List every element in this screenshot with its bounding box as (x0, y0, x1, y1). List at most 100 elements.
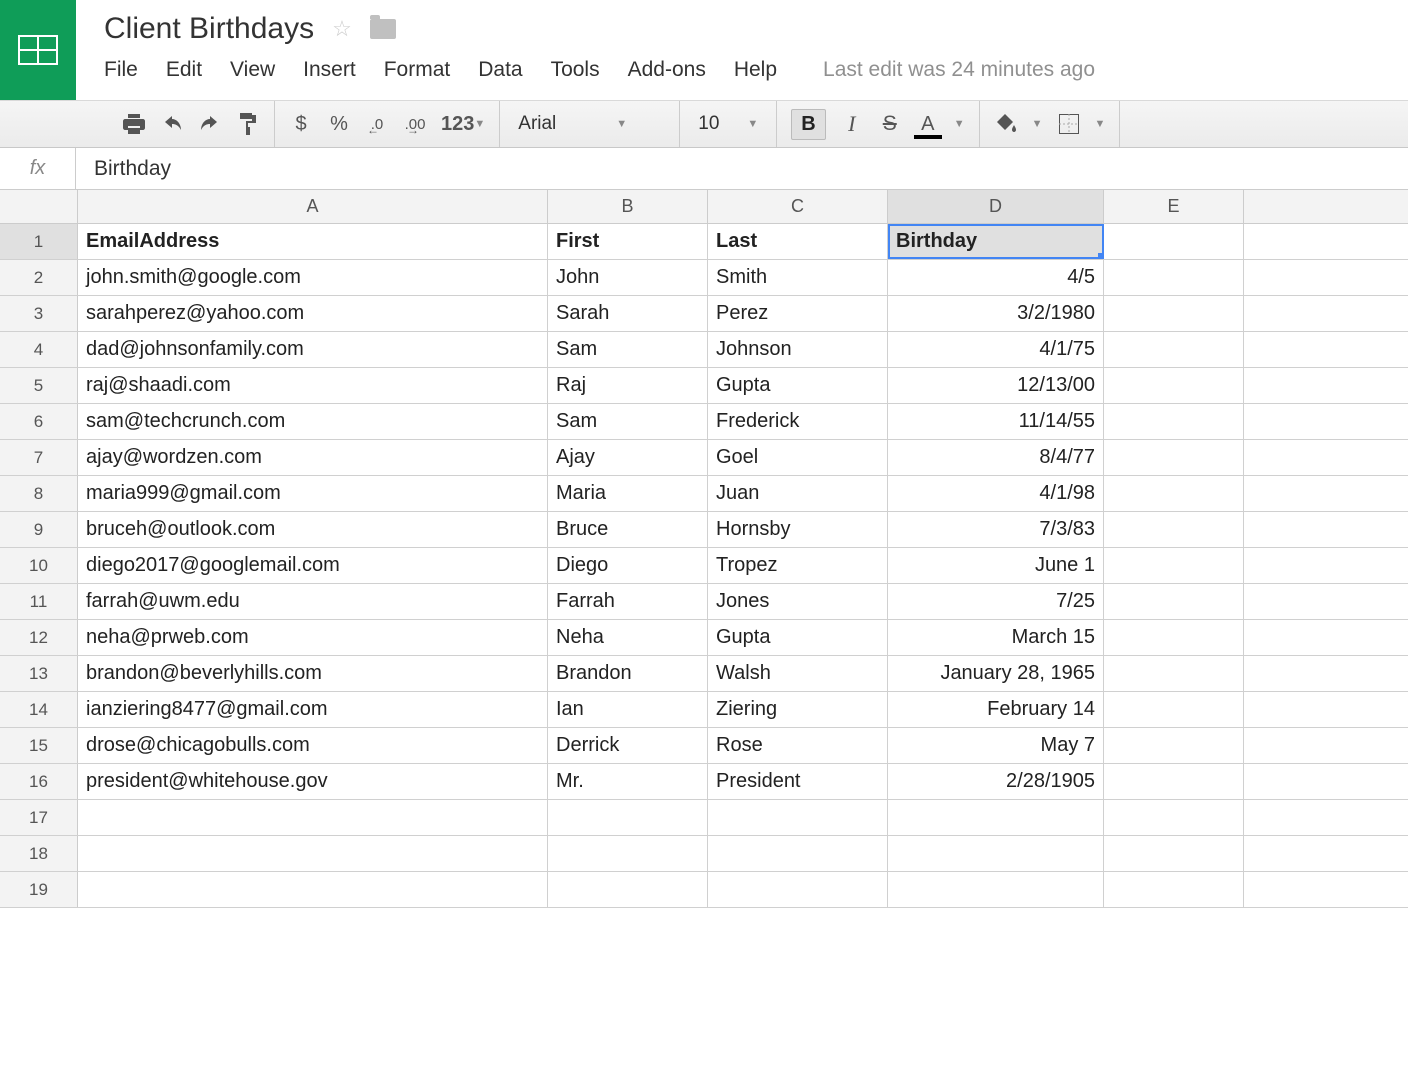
cell[interactable] (708, 836, 888, 871)
cell[interactable] (1104, 476, 1244, 511)
cell[interactable]: Gupta (708, 368, 888, 403)
cell[interactable]: drose@chicagobulls.com (78, 728, 548, 763)
cell[interactable]: 8/4/77 (888, 440, 1104, 475)
menu-data[interactable]: Data (478, 58, 522, 82)
cell[interactable]: diego2017@googlemail.com (78, 548, 548, 583)
row-header[interactable]: 13 (0, 656, 78, 691)
caret-down-icon[interactable]: ▼ (1032, 118, 1043, 130)
cell[interactable]: Sam (548, 404, 708, 439)
cell[interactable] (1104, 620, 1244, 655)
row-header[interactable]: 5 (0, 368, 78, 403)
increase-decimal-button[interactable]: .00→ (403, 116, 427, 133)
menu-edit[interactable]: Edit (166, 58, 202, 82)
borders-button[interactable] (1057, 114, 1081, 134)
cell[interactable]: Ajay (548, 440, 708, 475)
row-header[interactable]: 3 (0, 296, 78, 331)
document-title[interactable]: Client Birthdays (104, 12, 314, 46)
column-header-C[interactable]: C (708, 190, 888, 223)
row-header[interactable]: 17 (0, 800, 78, 835)
cell[interactable] (1104, 440, 1244, 475)
cell[interactable]: March 15 (888, 620, 1104, 655)
cell[interactable]: Ian (548, 692, 708, 727)
menu-tools[interactable]: Tools (551, 58, 600, 82)
cell[interactable] (548, 800, 708, 835)
cell[interactable]: Frederick (708, 404, 888, 439)
cell[interactable]: dad@johnsonfamily.com (78, 332, 548, 367)
cell[interactable]: Rose (708, 728, 888, 763)
cell[interactable]: June 1 (888, 548, 1104, 583)
cell[interactable]: Jones (708, 584, 888, 619)
cell[interactable] (548, 836, 708, 871)
print-icon[interactable] (122, 114, 146, 134)
cell[interactable]: Johnson (708, 332, 888, 367)
cell[interactable]: president@whitehouse.gov (78, 764, 548, 799)
row-header[interactable]: 6 (0, 404, 78, 439)
cell[interactable]: Bruce (548, 512, 708, 547)
cell[interactable]: 7/25 (888, 584, 1104, 619)
cell[interactable]: Juan (708, 476, 888, 511)
cell[interactable] (888, 836, 1104, 871)
cell[interactable] (888, 872, 1104, 907)
cell[interactable]: Sam (548, 332, 708, 367)
folder-icon[interactable] (370, 19, 396, 39)
cell[interactable]: John (548, 260, 708, 295)
cell[interactable] (708, 872, 888, 907)
column-header-D[interactable]: D (888, 190, 1104, 223)
cell[interactable]: Perez (708, 296, 888, 331)
cell[interactable]: Hornsby (708, 512, 888, 547)
row-header[interactable]: 19 (0, 872, 78, 907)
cell[interactable] (1104, 728, 1244, 763)
paint-format-icon[interactable] (236, 113, 260, 135)
text-color-button[interactable]: A (916, 113, 940, 136)
cell[interactable]: Walsh (708, 656, 888, 691)
cell[interactable]: First (548, 224, 708, 259)
cell[interactable]: President (708, 764, 888, 799)
row-header[interactable]: 14 (0, 692, 78, 727)
redo-icon[interactable] (198, 116, 222, 132)
cell[interactable]: john.smith@google.com (78, 260, 548, 295)
row-header[interactable]: 15 (0, 728, 78, 763)
cell[interactable] (78, 800, 548, 835)
cell[interactable]: Maria (548, 476, 708, 511)
cell[interactable] (1104, 800, 1244, 835)
cell[interactable] (1104, 224, 1244, 259)
formula-input[interactable] (76, 157, 1408, 181)
decrease-decimal-button[interactable]: .0← (365, 116, 389, 133)
caret-down-icon[interactable]: ▼ (1095, 118, 1106, 130)
cell[interactable] (1104, 656, 1244, 691)
row-header[interactable]: 9 (0, 512, 78, 547)
cell[interactable]: Last (708, 224, 888, 259)
cell[interactable]: 7/3/83 (888, 512, 1104, 547)
cell[interactable]: 4/1/75 (888, 332, 1104, 367)
cell[interactable]: Gupta (708, 620, 888, 655)
select-all-corner[interactable] (0, 190, 78, 223)
percent-button[interactable]: % (327, 113, 351, 136)
cell[interactable]: Brandon (548, 656, 708, 691)
cell[interactable]: Smith (708, 260, 888, 295)
row-header[interactable]: 16 (0, 764, 78, 799)
cell[interactable] (1104, 260, 1244, 295)
row-header[interactable]: 8 (0, 476, 78, 511)
undo-icon[interactable] (160, 116, 184, 132)
cell[interactable]: Tropez (708, 548, 888, 583)
cell[interactable]: ajay@wordzen.com (78, 440, 548, 475)
cell[interactable] (1104, 692, 1244, 727)
cell[interactable]: 11/14/55 (888, 404, 1104, 439)
cell[interactable]: bruceh@outlook.com (78, 512, 548, 547)
cell[interactable]: Diego (548, 548, 708, 583)
menu-help[interactable]: Help (734, 58, 777, 82)
cell[interactable]: Sarah (548, 296, 708, 331)
cell[interactable]: brandon@beverlyhills.com (78, 656, 548, 691)
selected-cell[interactable]: Birthday (888, 224, 1104, 259)
menu-addons[interactable]: Add-ons (628, 58, 706, 82)
cell[interactable]: raj@shaadi.com (78, 368, 548, 403)
row-header[interactable]: 12 (0, 620, 78, 655)
column-header-A[interactable]: A (78, 190, 548, 223)
fill-color-button[interactable] (994, 114, 1018, 134)
cell[interactable]: maria999@gmail.com (78, 476, 548, 511)
menu-view[interactable]: View (230, 58, 275, 82)
row-header[interactable]: 1 (0, 224, 78, 259)
cell[interactable] (1104, 368, 1244, 403)
cell[interactable] (1104, 764, 1244, 799)
cell[interactable]: Mr. (548, 764, 708, 799)
